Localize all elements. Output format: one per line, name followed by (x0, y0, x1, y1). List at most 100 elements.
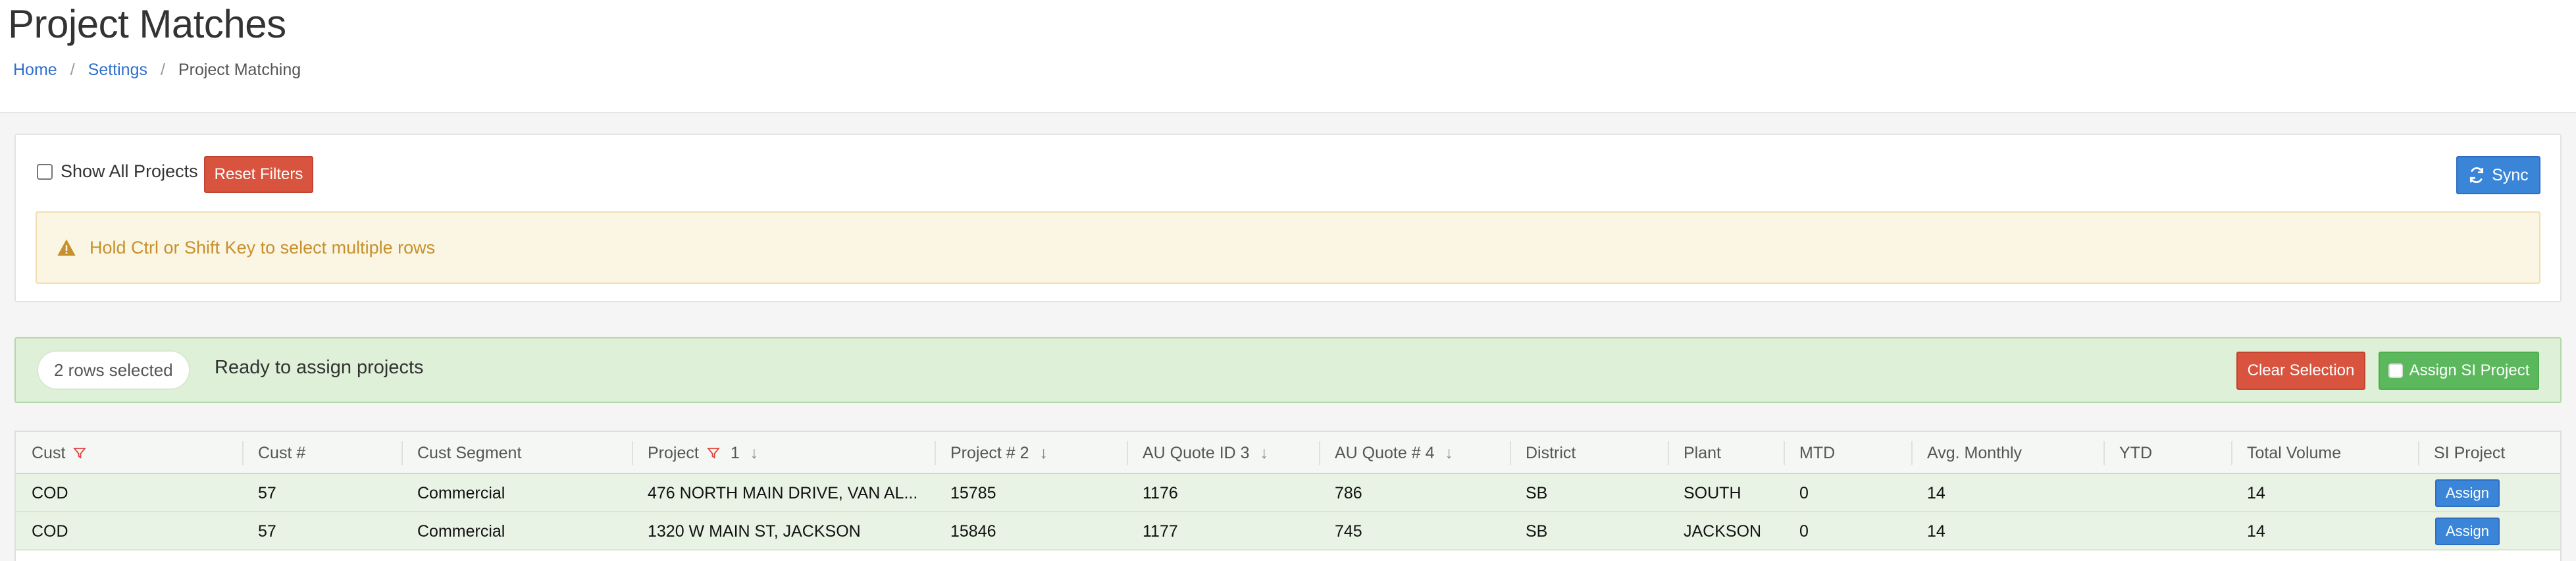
column-label: SI Project (2434, 443, 2506, 462)
sort-down-arrow-icon[interactable]: ↓ (750, 444, 759, 463)
cell-au-quote-id: 1177 (1143, 521, 1178, 541)
alert-text: Hold Ctrl or Shift Key to select multipl… (90, 237, 436, 257)
show-all-projects-checkbox[interactable] (37, 163, 53, 180)
column-label: MTD (1799, 443, 1836, 462)
sync-button[interactable]: Sync (2456, 156, 2540, 194)
cell-avg-monthly: 14 (1927, 521, 1945, 541)
column-header-cust[interactable]: Cust (16, 432, 242, 474)
filter-icon[interactable] (73, 446, 87, 460)
column-divider (2103, 441, 2105, 465)
column-header-project[interactable]: Project 1 ↓ (632, 432, 935, 474)
cell-cust-num: 57 (258, 521, 276, 541)
cell-project: 1320 W MAIN ST, JACKSON (648, 521, 861, 541)
column-label: Cust # (258, 443, 306, 462)
column-label: District (1526, 443, 1576, 462)
breadcrumb: Home / Settings / Project Matching (13, 61, 301, 80)
column-header-total-volume[interactable]: Total Volume (2231, 432, 2418, 474)
column-divider (1911, 441, 1913, 465)
rows-selected-badge: 2 rows selected (37, 350, 190, 390)
column-header-mtd[interactable]: MTD (1784, 432, 1911, 474)
column-divider (242, 441, 244, 465)
selection-status-text: Ready to assign projects (215, 357, 424, 378)
cell-segment: Commercial (417, 483, 505, 502)
table-row[interactable]: COD 57 Commercial 476 NORTH MAIN DRIVE, … (16, 474, 2560, 512)
warning-icon (57, 239, 76, 256)
assign-si-project-label: Assign SI Project (2409, 361, 2530, 379)
cell-plant: JACKSON (1684, 521, 1762, 541)
column-header-ytd[interactable]: YTD (2103, 432, 2231, 474)
filter-icon[interactable] (706, 446, 720, 460)
column-label: AU Quote # 4 (1335, 443, 1435, 462)
table-row[interactable]: COD 57 Commercial 1320 W MAIN ST, JACKSO… (16, 512, 2560, 550)
breadcrumb-settings-link[interactable]: Settings (88, 61, 147, 80)
sort-down-arrow-icon[interactable]: ↓ (1040, 444, 1048, 463)
column-label: Project (648, 443, 699, 462)
column-label: Total Volume (2247, 443, 2342, 462)
breadcrumb-separator: / (70, 61, 75, 79)
column-header-au-quote-id[interactable]: AU Quote ID 3 ↓ (1127, 432, 1319, 474)
column-label: Cust (32, 443, 66, 462)
selection-bar: 2 rows selected Ready to assign projects… (14, 337, 2562, 403)
column-label: Avg. Monthly (1927, 443, 2022, 462)
column-header-plant[interactable]: Plant (1668, 432, 1784, 474)
assign-button[interactable]: Assign (2435, 479, 2500, 507)
column-divider (935, 441, 936, 465)
column-divider (1784, 441, 1785, 465)
breadcrumb-current: Project Matching (178, 61, 301, 79)
assign-button[interactable]: Assign (2435, 518, 2500, 545)
cell-cust: COD (32, 521, 68, 541)
reset-filters-button[interactable]: Reset Filters (204, 156, 313, 193)
cell-au-quote-id: 1176 (1143, 483, 1178, 502)
page-title: Project Matches (8, 2, 286, 46)
cell-district: SB (1526, 483, 1548, 502)
page-header: Project Matches Home / Settings / Projec… (0, 0, 2576, 113)
column-header-district[interactable]: District (1510, 432, 1668, 474)
cell-au-quote-num: 786 (1335, 483, 1362, 502)
cell-district: SB (1526, 521, 1548, 541)
column-label: Cust Segment (417, 443, 522, 462)
column-label: YTD (2119, 443, 2152, 462)
column-divider (1319, 441, 1320, 465)
column-divider (632, 441, 633, 465)
column-header-cust-num[interactable]: Cust # (242, 432, 401, 474)
column-header-au-quote-num[interactable]: AU Quote # 4 ↓ (1319, 432, 1510, 474)
cell-cust: COD (32, 483, 68, 502)
cell-mtd: 0 (1799, 483, 1809, 502)
sync-icon (2470, 167, 2484, 184)
sync-button-label: Sync (2492, 165, 2529, 184)
column-header-avg-monthly[interactable]: Avg. Monthly (1911, 432, 2103, 474)
assign-si-project-button[interactable]: Assign SI Project (2379, 352, 2539, 390)
cell-project-num: 15846 (950, 521, 996, 541)
cell-segment: Commercial (417, 521, 505, 541)
table-header: Cust Cust # Cust Segment Project 1 ↓ Pro… (16, 432, 2560, 474)
multi-select-alert: Hold Ctrl or Shift Key to select multipl… (36, 211, 2540, 284)
cell-avg-monthly: 14 (1927, 483, 1945, 502)
column-label: Plant (1684, 443, 1721, 462)
sort-down-arrow-icon[interactable]: ↓ (1260, 444, 1269, 463)
column-header-cust-segment[interactable]: Cust Segment (401, 432, 632, 474)
show-all-projects-toggle[interactable]: Show All Projects (37, 161, 198, 182)
sort-down-arrow-icon[interactable]: ↓ (1445, 444, 1453, 463)
cell-au-quote-num: 745 (1335, 521, 1362, 541)
cell-project: 476 NORTH MAIN DRIVE, VAN AL... (648, 483, 918, 502)
show-all-projects-label: Show All Projects (61, 161, 198, 181)
breadcrumb-home-link[interactable]: Home (13, 61, 57, 80)
column-divider (1668, 441, 1669, 465)
column-header-project-num[interactable]: Project # 2 ↓ (935, 432, 1127, 474)
cell-ytd (2103, 474, 2231, 512)
breadcrumb-separator: / (160, 61, 165, 79)
column-divider (1127, 441, 1128, 465)
clear-selection-button[interactable]: Clear Selection (2236, 352, 2365, 390)
column-divider (2418, 441, 2419, 465)
cell-plant: SOUTH (1684, 483, 1741, 502)
column-header-si-project[interactable]: SI Project (2418, 432, 2562, 474)
cell-project-num: 15785 (950, 483, 996, 502)
cell-total-volume: 14 (2247, 483, 2265, 502)
project-matches-table: Cust Cust # Cust Segment Project 1 ↓ Pro… (14, 431, 2562, 561)
column-label: Project # 2 (950, 443, 1029, 462)
square-icon (2388, 363, 2403, 378)
filters-card: Show All Projects Reset Filters Sync Hol… (14, 134, 2562, 302)
column-divider (401, 441, 403, 465)
column-divider (1510, 441, 1511, 465)
column-label: AU Quote ID 3 (1143, 443, 1250, 462)
